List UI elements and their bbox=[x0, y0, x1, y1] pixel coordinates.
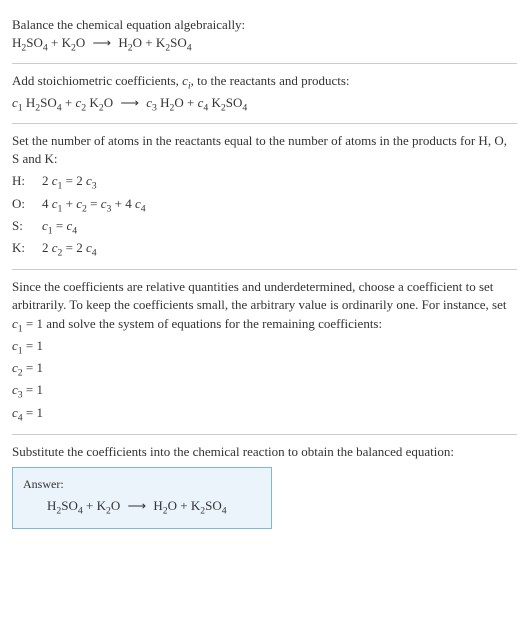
element-label: S: bbox=[12, 217, 34, 238]
answer-box: Answer: H2SO4 + K2O ⟶ H2O + K2SO4 bbox=[12, 467, 272, 529]
element-row-o: O: 4 c1 + c2 = c3 + 4 c4 bbox=[12, 195, 517, 216]
section-solve: Since the coefficients are relative quan… bbox=[12, 270, 517, 435]
section-prompt: Balance the chemical equation algebraica… bbox=[12, 8, 517, 64]
element-equation: 2 c1 = 2 c3 bbox=[42, 172, 97, 193]
element-row-h: H: 2 c1 = 2 c3 bbox=[12, 172, 517, 193]
unbalanced-equation: H2SO4 + K2O ⟶ H2O + K2SO4 bbox=[12, 34, 517, 55]
arrow-icon: ⟶ bbox=[89, 35, 116, 50]
coefficient-equation: c1 H2SO4 + c2 K2O ⟶ c3 H2O + c4 K2SO4 bbox=[12, 94, 517, 115]
element-equation-table: H: 2 c1 = 2 c3 O: 4 c1 + c2 = c3 + 4 c4 … bbox=[12, 172, 517, 260]
prompt-line: Balance the chemical equation algebraica… bbox=[12, 16, 517, 34]
element-label: K: bbox=[12, 239, 34, 260]
element-row-k: K: 2 c2 = 2 c4 bbox=[12, 239, 517, 260]
coefficient-value: c3 = 1 bbox=[12, 381, 517, 402]
instruction-line: Substitute the coefficients into the che… bbox=[12, 443, 517, 461]
coefficient-value: c4 = 1 bbox=[12, 404, 517, 425]
arrow-icon: ⟶ bbox=[124, 498, 151, 513]
section-add-coefficients: Add stoichiometric coefficients, ci, to … bbox=[12, 64, 517, 123]
element-label: O: bbox=[12, 195, 34, 216]
coefficient-value: c2 = 1 bbox=[12, 359, 517, 380]
element-equation: 4 c1 + c2 = c3 + 4 c4 bbox=[42, 195, 146, 216]
coefficient-value: c1 = 1 bbox=[12, 337, 517, 358]
element-equation: c1 = c4 bbox=[42, 217, 77, 238]
coefficient-solutions: c1 = 1 c2 = 1 c3 = 1 c4 = 1 bbox=[12, 337, 517, 425]
instruction-line: Add stoichiometric coefficients, ci, to … bbox=[12, 72, 517, 93]
instruction-paragraph: Since the coefficients are relative quan… bbox=[12, 278, 517, 336]
element-label: H: bbox=[12, 172, 34, 193]
eq-text: H2O + K2SO4 bbox=[118, 35, 191, 50]
answer-label: Answer: bbox=[23, 476, 261, 493]
balanced-equation: H2SO4 + K2O ⟶ H2O + K2SO4 bbox=[23, 497, 261, 518]
section-answer: Substitute the coefficients into the che… bbox=[12, 435, 517, 537]
element-equation: 2 c2 = 2 c4 bbox=[42, 239, 97, 260]
eq-text: H2SO4 + K2O bbox=[12, 35, 85, 50]
arrow-icon: ⟶ bbox=[116, 95, 143, 110]
instruction-line: Set the number of atoms in the reactants… bbox=[12, 132, 517, 168]
element-row-s: S: c1 = c4 bbox=[12, 217, 517, 238]
section-element-equations: Set the number of atoms in the reactants… bbox=[12, 124, 517, 270]
